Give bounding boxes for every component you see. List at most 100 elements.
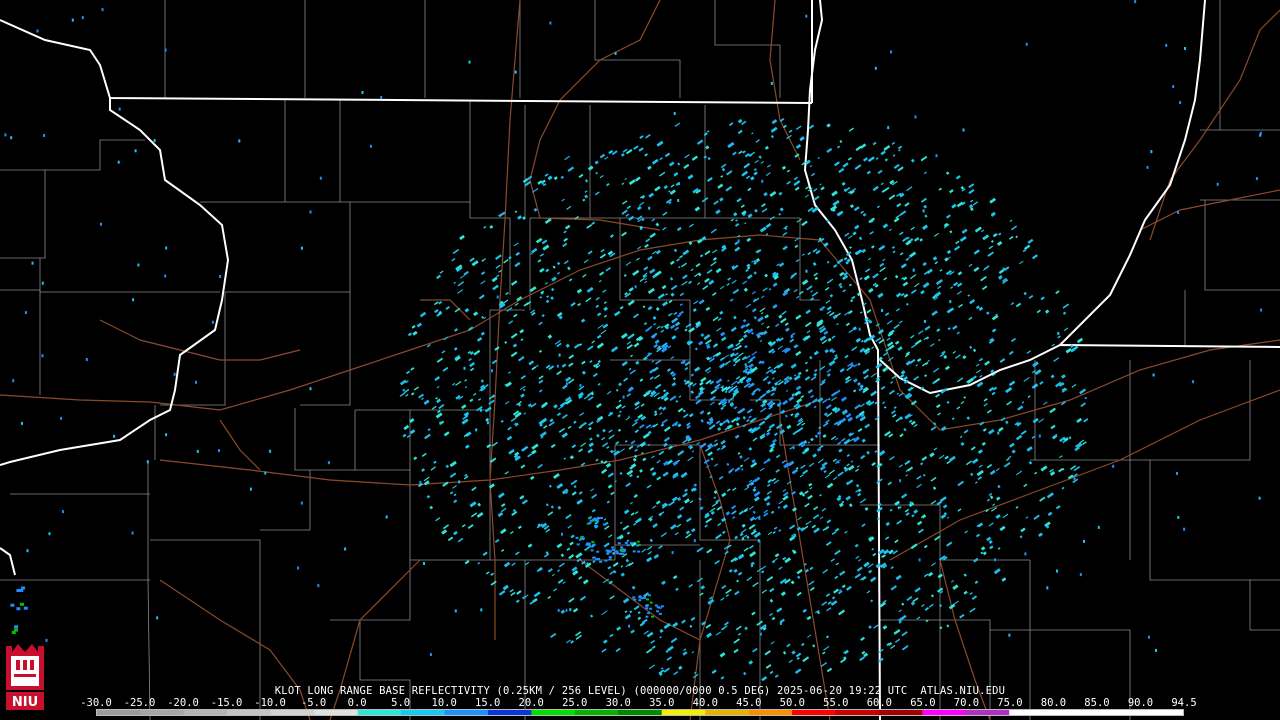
colorbar-tick-label: 65.0 xyxy=(910,697,936,709)
echo-pixel xyxy=(599,560,603,563)
echo-pixel xyxy=(588,522,592,525)
echo-pixel xyxy=(549,21,552,25)
echo-pixel xyxy=(770,81,773,85)
echo-pixel xyxy=(1024,552,1027,556)
echo-pixel xyxy=(219,275,222,278)
colorbar-segment xyxy=(618,710,663,715)
echo-pixel xyxy=(636,540,640,543)
colorbar-tick-label: 35.0 xyxy=(649,697,675,709)
echo-pixel xyxy=(737,239,740,243)
echo-pixel xyxy=(319,176,322,180)
colorbar-segment xyxy=(705,710,750,715)
echo-pixel xyxy=(118,107,121,111)
echo-pixel xyxy=(71,18,74,22)
colorbar-tick-label: -30.0 xyxy=(80,697,112,709)
echo-pixel xyxy=(658,345,661,349)
echo-pixel xyxy=(1258,496,1261,500)
echo-pixel xyxy=(779,621,782,625)
echo-pixel xyxy=(579,384,582,387)
echo-pixel xyxy=(14,625,19,629)
echo-pixel xyxy=(23,606,28,610)
echo-pixel xyxy=(874,66,877,70)
echo-pixel xyxy=(616,552,619,555)
echo-pixel xyxy=(113,434,116,438)
echo-pixel xyxy=(195,380,197,384)
colorbar-tick-label: 94.5 xyxy=(1171,697,1197,709)
echo-pixel xyxy=(153,139,156,143)
echo-pixel xyxy=(1150,150,1153,154)
colorbar-tick-label: 80.0 xyxy=(1040,697,1067,709)
echo-pixel xyxy=(1097,525,1100,529)
echo-pixel xyxy=(759,632,762,636)
echo-pixel xyxy=(651,615,654,618)
echo-pixel xyxy=(36,29,39,33)
radar-site-marker xyxy=(734,392,750,408)
echo-pixel xyxy=(648,594,651,597)
echo-pixel xyxy=(491,369,493,373)
colorbar-tick-label: -10.0 xyxy=(254,697,286,709)
echo-pixel xyxy=(671,551,674,555)
echo-pixel xyxy=(475,428,478,432)
echo-pixel xyxy=(1146,165,1149,169)
echo-pixel xyxy=(454,609,457,613)
echo-pixel xyxy=(637,550,641,553)
echo-pixel xyxy=(380,95,383,99)
echo-pixel xyxy=(649,607,653,610)
niu-logo: NIU xyxy=(6,644,44,710)
echo-pixel xyxy=(721,386,724,390)
echo-pixel xyxy=(914,115,917,119)
echo-pixel xyxy=(480,608,483,612)
colorbar-segment xyxy=(1139,710,1183,715)
echo-pixel xyxy=(429,653,432,656)
echo-pixel xyxy=(912,268,915,272)
echo-pixel xyxy=(1192,380,1195,384)
echo-pixel xyxy=(649,601,653,604)
echo-pixel xyxy=(997,431,1000,435)
echo-pixel xyxy=(630,542,633,544)
echo-pixel xyxy=(10,136,13,140)
echo-pixel xyxy=(361,91,364,94)
echo-pixel xyxy=(297,566,300,570)
echo-pixel xyxy=(620,546,624,549)
echo-pixel xyxy=(918,558,921,562)
echo-pixel xyxy=(646,598,649,601)
echo-pixel xyxy=(645,607,649,610)
echo-pixel xyxy=(10,603,15,607)
echo-pixel xyxy=(632,550,636,553)
colorbar-segment xyxy=(792,710,836,715)
echo-pixel xyxy=(1183,527,1186,531)
echo-pixel xyxy=(173,372,176,376)
echo-pixel xyxy=(1008,633,1011,637)
echo-pixel xyxy=(514,70,517,74)
echo-pixel xyxy=(1038,434,1041,438)
colorbar-segment xyxy=(661,710,706,715)
echo-pixel xyxy=(586,542,590,545)
colorbar-segment xyxy=(487,710,532,715)
echo-pixel xyxy=(606,552,610,555)
echo-pixel xyxy=(137,263,140,267)
echo-pixel xyxy=(636,544,640,547)
echo-pixel xyxy=(1056,569,1058,573)
echo-pixel xyxy=(591,540,595,543)
echo-pixel xyxy=(643,596,646,599)
echo-pixel xyxy=(575,536,579,539)
echo-pixel xyxy=(757,539,760,543)
colorbar-tick-label: -5.0 xyxy=(300,697,327,709)
niu-logo-text: NIU xyxy=(12,695,38,710)
echo-pixel xyxy=(165,433,168,437)
colorbar-segment xyxy=(922,710,967,715)
echo-pixel xyxy=(1152,373,1155,377)
product-caption: KLOT LONG RANGE BASE REFLECTIVITY (0.25K… xyxy=(274,685,1006,697)
echo-pixel xyxy=(755,260,758,263)
echo-pixel xyxy=(238,139,241,143)
echo-pixel xyxy=(794,534,797,537)
echo-pixel xyxy=(385,515,388,519)
echo-pixel xyxy=(61,510,64,514)
colorbar-segment xyxy=(140,710,185,715)
echo-pixel xyxy=(16,589,21,592)
echo-pixel xyxy=(1079,573,1082,577)
echo-pixel xyxy=(196,449,199,453)
echo-pixel xyxy=(369,144,372,148)
echo-pixel xyxy=(269,449,272,453)
colorbar-tick-label: 45.0 xyxy=(736,697,762,709)
